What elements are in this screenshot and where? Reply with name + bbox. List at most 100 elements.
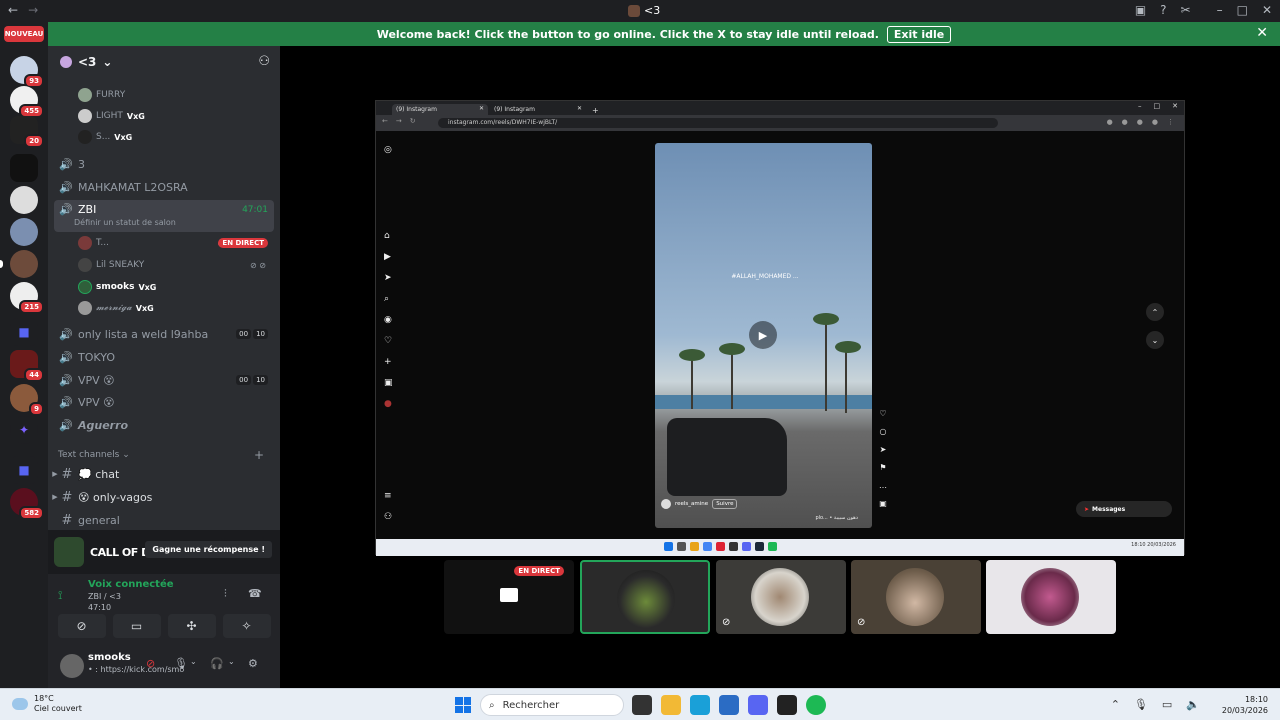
home-icon[interactable]: ⌂	[384, 231, 390, 241]
voice-user[interactable]: 𝓶𝓮𝓻𝓷𝓲𝓰𝓪 VxG	[78, 299, 274, 317]
tools-icon[interactable]: ✂	[1181, 3, 1191, 17]
reel-video[interactable]: #ALLAH_MOHAMED ... ▶ reels_amine Suivre …	[655, 143, 872, 528]
chevron-up-icon[interactable]: ⌃	[1146, 303, 1164, 321]
edge-icon[interactable]	[690, 695, 710, 715]
extension-icon[interactable]: ●	[1152, 118, 1158, 126]
participant-tile[interactable]: ⊘	[716, 560, 846, 634]
server-icon[interactable]: ✦	[10, 416, 38, 444]
user-name[interactable]: smooks	[88, 652, 131, 663]
server-icon[interactable]	[10, 186, 38, 214]
guild-header[interactable]: <3 ⌄ ⚇	[48, 46, 280, 78]
send-icon[interactable]: ➤	[384, 273, 392, 283]
maximize-icon[interactable]: □	[1154, 102, 1161, 110]
extension-icon[interactable]: ●	[1122, 118, 1128, 126]
create-icon[interactable]: +	[384, 357, 392, 367]
server-icon[interactable]: 215	[10, 282, 44, 314]
server-icon[interactable]	[10, 250, 38, 278]
address-bar[interactable]: instagram.com/reels/DWH7IE-wjBLT/	[438, 118, 998, 128]
disconnect-icon[interactable]: ☎	[248, 587, 262, 600]
chevron-up-icon[interactable]: ⌃	[1111, 698, 1120, 711]
file-explorer-icon[interactable]	[661, 695, 681, 715]
voice-channel[interactable]: 🔊 TOKYO	[58, 347, 274, 367]
folder-icon[interactable]: ■	[10, 318, 38, 346]
soundboard-icon[interactable]: ✧	[222, 614, 271, 638]
arrow-left-icon[interactable]: ←	[8, 3, 18, 17]
signal-icon[interactable]: ⟟	[58, 588, 62, 603]
weather-widget[interactable]: 18°C Ciel couvert	[12, 694, 82, 714]
category-header[interactable]: Text channels ⌄ +	[58, 448, 268, 462]
profile-icon[interactable]: ●	[384, 399, 392, 409]
follow-button[interactable]: Suivre	[712, 499, 738, 509]
server-icon[interactable]	[10, 154, 38, 182]
inbox-icon[interactable]: ▣	[1135, 3, 1146, 17]
author-name[interactable]: reels_amine	[675, 501, 708, 507]
camera-off-icon[interactable]: ⊘	[57, 614, 106, 638]
voice-user[interactable]: LIGHT VxG	[78, 107, 274, 125]
server-icon[interactable]: 455	[10, 86, 44, 118]
extension-icon[interactable]: ●	[1107, 118, 1113, 126]
voice-status[interactable]: Voix connectée	[88, 579, 174, 590]
reel-audio[interactable]: plo... • دهون سبيبة	[815, 515, 858, 521]
add-channel-icon[interactable]: +	[254, 448, 264, 462]
voice-user[interactable]: smooks VxG	[78, 278, 274, 296]
chevron-down-icon[interactable]: ⌄	[190, 657, 197, 666]
menu-icon[interactable]: ≡	[384, 491, 392, 501]
close-icon[interactable]: ✕	[479, 105, 484, 112]
store-icon[interactable]	[719, 695, 739, 715]
voice-channel-active[interactable]: 🔊 ZBI 47:01 Définir un statut de salon	[54, 200, 274, 232]
close-window-icon[interactable]: ✕	[1172, 102, 1178, 110]
volume-icon[interactable]: 🔈	[1186, 698, 1200, 711]
reward-button[interactable]: Gagne une récompense !	[145, 541, 272, 558]
voice-user[interactable]: T...⊘EN DIRECT	[78, 234, 274, 252]
maximize-icon[interactable]: □	[1237, 3, 1248, 17]
minimize-icon[interactable]: –	[1138, 102, 1142, 110]
discord-icon[interactable]	[748, 695, 768, 715]
server-icon[interactable]	[10, 218, 38, 246]
forward-icon[interactable]: →	[396, 117, 402, 125]
noise-icon[interactable]: ⫶	[224, 587, 227, 601]
search-icon[interactable]: ⌕	[384, 294, 389, 304]
system-clock[interactable]: 18:10 20/03/2026	[1222, 694, 1268, 716]
microphone-icon[interactable]: 🎙	[1134, 698, 1148, 711]
voice-channel[interactable]: 🔊 VPV 😵	[58, 392, 274, 412]
voice-channel[interactable]: 🔊 only lista a weld l9ahba 00 10	[58, 324, 274, 344]
browser-tab[interactable]: (9) Instagram ✕	[490, 104, 586, 115]
close-icon[interactable]: ✕	[577, 105, 582, 112]
extension-icon[interactable]: ●	[1137, 118, 1143, 126]
voice-channel[interactable]: 🔊 VPV 😵 00 10	[58, 370, 274, 390]
server-icon[interactable]: 9	[10, 384, 44, 416]
network-icon[interactable]: ▭	[1162, 698, 1172, 711]
menu-icon[interactable]: ⋮	[1167, 118, 1174, 126]
voice-user[interactable]: FURRY	[78, 86, 274, 104]
voice-user[interactable]: S... VxG	[78, 128, 274, 146]
promo-banner[interactable]: CALL OF DUTY Gagne une récompense !	[48, 530, 280, 574]
threads-icon[interactable]: ▣	[384, 378, 393, 388]
microphone-icon[interactable]: 🎙	[174, 657, 188, 670]
voice-channel[interactable]: 🔊 MAHKAMAT L2OSRA	[58, 177, 274, 197]
comment-icon[interactable]: ○	[880, 427, 887, 436]
screen-share-view[interactable]: (9) Instagram ✕ (9) Instagram ✕ + – □ ✕ ← → ↻ …	[375, 100, 1185, 556]
help-icon[interactable]: ?	[1160, 3, 1166, 17]
channel-status[interactable]: Définir un statut de salon	[74, 218, 176, 227]
reload-icon[interactable]: ↻	[410, 117, 416, 125]
app-icon[interactable]	[777, 695, 797, 715]
exit-idle-button[interactable]: Exit idle	[886, 25, 952, 43]
play-icon[interactable]: ▶	[749, 321, 777, 349]
server-icon[interactable]: 582	[10, 488, 44, 520]
heart-icon[interactable]: ♡	[879, 409, 886, 418]
instagram-logo-icon[interactable]: ◎	[384, 145, 392, 155]
messages-button[interactable]: ➤ Messages	[1076, 501, 1172, 517]
screen-share-icon[interactable]: ▭	[112, 614, 161, 638]
voice-channel[interactable]: 🔊 𝘼𝙜𝙪𝙚𝙧𝙧𝙤	[58, 415, 274, 435]
add-member-icon[interactable]: ⚇	[258, 54, 270, 69]
server-icon[interactable]: 93	[10, 56, 44, 88]
task-view-icon[interactable]	[632, 695, 652, 715]
folder-icon[interactable]: ■	[10, 456, 38, 484]
activities-icon[interactable]: ✣	[167, 614, 216, 638]
more-icon[interactable]: …	[879, 481, 887, 490]
participant-tile[interactable]	[986, 560, 1116, 634]
search-input[interactable]: ⌕ Rechercher	[480, 694, 624, 716]
voice-user[interactable]: Lil SNEAKY ⊘ ⊘	[78, 256, 274, 274]
voice-channel[interactable]: 🔊 3	[58, 154, 274, 174]
new-tab-icon[interactable]: +	[592, 106, 599, 115]
